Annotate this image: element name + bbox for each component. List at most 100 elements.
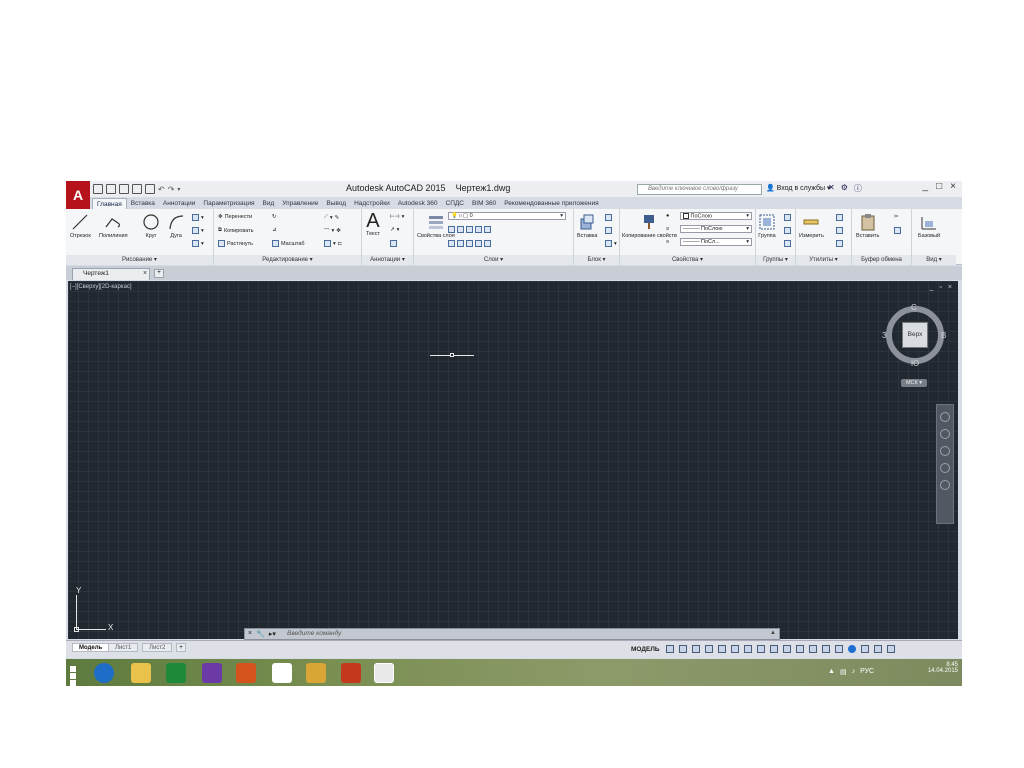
- viewport-controls-label[interactable]: [–][Сверху][2D-каркас]: [70, 284, 132, 290]
- object-snap-tracking-icon[interactable]: [731, 645, 739, 653]
- erase-icon[interactable]: ✎: [335, 215, 340, 221]
- internet-explorer-icon[interactable]: [94, 663, 114, 683]
- tab-annotate[interactable]: Аннотации: [159, 198, 200, 209]
- measure-tool[interactable]: Измерить: [799, 213, 824, 239]
- tab-manage[interactable]: Управление: [278, 198, 322, 209]
- clock[interactable]: 8:45 14.04.2015: [928, 662, 958, 674]
- media-player-icon[interactable]: [306, 663, 326, 683]
- tab-addins[interactable]: Надстройки: [350, 198, 394, 209]
- open-file-icon[interactable]: [106, 184, 116, 194]
- drawing-area[interactable]: [–][Сверху][2D-каркас] _ ▫ × Верх С Ю В …: [68, 281, 958, 639]
- wcs-menu-button[interactable]: МСК ▾: [901, 379, 927, 387]
- application-menu-button[interactable]: A: [66, 181, 90, 209]
- recent-commands-icon[interactable]: ▸▾: [269, 630, 276, 638]
- viewcube-north[interactable]: С: [911, 303, 917, 312]
- tab-featured-apps[interactable]: Рекомендованные приложения: [500, 198, 602, 209]
- help-icon[interactable]: ⓘ: [854, 183, 862, 194]
- app-store-icon[interactable]: ⚙: [841, 183, 848, 194]
- viewcube-west[interactable]: З: [882, 331, 887, 340]
- close-button[interactable]: ×: [950, 181, 956, 192]
- tab-spds[interactable]: СПДС: [442, 198, 468, 209]
- lineweight-toggle-icon[interactable]: [757, 645, 765, 653]
- start-button[interactable]: [70, 666, 83, 686]
- trim-tool[interactable]: ⟋ ▾ ✎: [324, 214, 339, 221]
- volume-icon[interactable]: ♪: [852, 668, 856, 676]
- close-tab-icon[interactable]: ×: [143, 270, 147, 277]
- rectangle-tool[interactable]: ▾: [192, 214, 204, 221]
- layer-dropdown[interactable]: 💡☼▢ 0 ▾: [448, 212, 566, 220]
- units-icon[interactable]: [809, 645, 817, 653]
- linetype-dropdown[interactable]: ——— ПоСлою ▾: [680, 225, 752, 233]
- table-tool[interactable]: [390, 240, 397, 247]
- polyline-tool[interactable]: Полилиния: [99, 213, 128, 239]
- tab-insert[interactable]: Вставка: [127, 198, 159, 209]
- viewcube-south[interactable]: Ю: [911, 359, 919, 368]
- copy-clip-tool[interactable]: [894, 227, 901, 234]
- create-block-tool[interactable]: [605, 214, 612, 221]
- clean-screen-icon[interactable]: [874, 645, 882, 653]
- pan-icon[interactable]: [940, 429, 950, 439]
- arc-tool[interactable]: Дуга: [167, 213, 185, 239]
- steering-wheel-icon[interactable]: [940, 412, 950, 422]
- orbit-icon[interactable]: [940, 463, 950, 473]
- customize-icon[interactable]: 🔧: [256, 630, 265, 638]
- ellipse-tool[interactable]: ▾: [192, 240, 204, 247]
- search-input[interactable]: Введите ключевое слово/фразу: [637, 184, 762, 195]
- viewcube-top-face[interactable]: Верх: [902, 322, 928, 348]
- edit-block-tool[interactable]: [605, 227, 612, 234]
- layout-tab-model[interactable]: Модель: [72, 643, 110, 652]
- customization-icon[interactable]: [887, 645, 895, 653]
- hardware-acceleration-icon[interactable]: [861, 645, 869, 653]
- add-layout-button[interactable]: +: [176, 643, 186, 652]
- viewport-restore-icon[interactable]: ▫: [939, 284, 941, 291]
- language-indicator[interactable]: РУС: [860, 668, 874, 676]
- file-explorer-icon[interactable]: [131, 663, 151, 683]
- insert-block-tool[interactable]: Вставка: [577, 213, 597, 239]
- explode-icon[interactable]: ✻: [336, 228, 341, 234]
- object-snap-icon[interactable]: [744, 645, 752, 653]
- maximize-button[interactable]: □: [936, 181, 942, 192]
- stretch-tool[interactable]: Растянуть: [218, 240, 253, 247]
- panel-annotation-label[interactable]: Аннотации ▾: [362, 255, 413, 265]
- panel-groups-label[interactable]: Группы ▾: [756, 255, 795, 265]
- close-command-line-icon[interactable]: ×: [248, 630, 252, 638]
- base-view-tool[interactable]: Базовый: [918, 213, 940, 239]
- workspace-icon[interactable]: [783, 645, 791, 653]
- text-tool[interactable]: A Текст: [366, 211, 380, 237]
- paste-tool[interactable]: Вставить: [856, 213, 879, 239]
- tab-autodesk-360[interactable]: Autodesk 360: [394, 198, 442, 209]
- circle-tool[interactable]: Круг: [142, 213, 160, 239]
- ortho-icon[interactable]: [692, 645, 700, 653]
- rotate-tool[interactable]: ↻: [272, 214, 277, 220]
- color-dropdown[interactable]: ПоСлою ▾: [680, 212, 752, 220]
- layer-tools-row-2[interactable]: [448, 240, 491, 247]
- new-file-icon[interactable]: [93, 184, 103, 194]
- onenote-icon[interactable]: [202, 663, 222, 683]
- panel-utilities-label[interactable]: Утилиты ▾: [796, 255, 851, 265]
- group-select-tool[interactable]: [784, 240, 791, 247]
- redo-icon[interactable]: ↷: [168, 185, 175, 194]
- group-tool[interactable]: Группа: [758, 213, 776, 239]
- dimension-tool[interactable]: ⊢⊣ ▾: [390, 214, 404, 220]
- autocad-taskbar-icon[interactable]: [374, 663, 394, 683]
- panel-clipboard-label[interactable]: Буфер обмена: [852, 255, 911, 265]
- tab-parametric[interactable]: Параметризация: [199, 198, 258, 209]
- tab-bim-360[interactable]: BIM 360: [468, 198, 500, 209]
- new-tab-button[interactable]: +: [154, 269, 164, 278]
- layer-tools-row-1[interactable]: [448, 226, 491, 233]
- zoom-icon[interactable]: [940, 446, 950, 456]
- home-icon[interactable]: [272, 663, 292, 683]
- viewport-minimize-icon[interactable]: _: [930, 284, 934, 291]
- annotation-monitor-icon[interactable]: [796, 645, 804, 653]
- quick-properties-icon[interactable]: [822, 645, 830, 653]
- powerpoint-icon[interactable]: [341, 663, 361, 683]
- panel-block-label[interactable]: Блок ▾: [574, 255, 619, 265]
- document-tab[interactable]: Чертеж1 ×: [72, 268, 150, 280]
- polar-icon[interactable]: [705, 645, 713, 653]
- network-icon[interactable]: ▤: [840, 668, 847, 676]
- save-as-icon[interactable]: [132, 184, 142, 194]
- annotation-scale-icon[interactable]: [770, 645, 778, 653]
- panel-layers-label[interactable]: Слои ▾: [414, 255, 573, 265]
- copy-tool[interactable]: ⧉ Копировать: [218, 227, 254, 234]
- calculator-tool[interactable]: [836, 240, 843, 247]
